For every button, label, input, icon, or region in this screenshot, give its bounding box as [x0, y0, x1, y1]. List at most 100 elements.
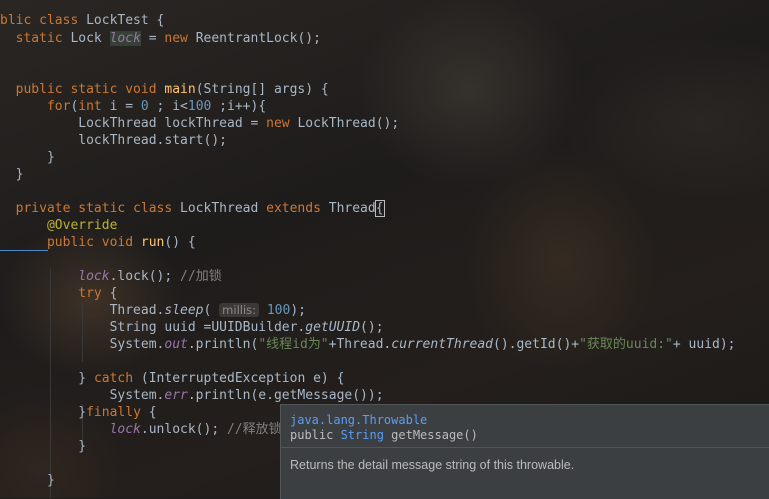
token: (); [360, 320, 384, 335]
token: ; i< [148, 99, 188, 114]
comment: //加锁 [180, 269, 222, 284]
code-line-9[interactable]: } [0, 149, 55, 166]
token: } [78, 439, 87, 454]
code-line-2[interactable]: static Lock lock = new ReentrantLock(); [0, 30, 321, 47]
code-line-8[interactable]: lockThread.start(); [0, 132, 227, 149]
token: 100 [187, 99, 212, 114]
token: } [15, 167, 24, 182]
code-line-16[interactable]: lock.lock(); //加锁 [0, 268, 222, 285]
token: Lock [70, 31, 110, 46]
token: finally [86, 405, 141, 420]
token: new [266, 116, 298, 131]
code-line-25[interactable]: lock.unlock(); //释放锁 [0, 421, 282, 438]
code-line-28[interactable]: } [0, 472, 55, 489]
token: Thread [328, 201, 376, 216]
code-line-10[interactable]: } [0, 166, 24, 183]
token: try [78, 286, 102, 301]
code-line-12[interactable]: private static class LockThread extends … [0, 200, 385, 217]
token: ;i++){ [211, 99, 267, 114]
token: .println(e.getMessage()); [187, 388, 384, 403]
token: { [101, 286, 118, 301]
code-line-26[interactable]: } [0, 438, 86, 455]
doc-signature-modifier: public [290, 428, 341, 442]
code-line-19[interactable]: String uuid =UUIDBuilder.getUUID(); [0, 319, 384, 336]
token: ReentrantLock [195, 31, 298, 46]
code-line-1[interactable]: blic class LockTest { [0, 12, 164, 29]
token: .lock(); [109, 269, 181, 284]
token: ().getId()+ [493, 337, 580, 352]
token: ); [290, 303, 306, 318]
token: (InterruptedException e) { [133, 371, 345, 386]
token: blic class [0, 13, 87, 28]
token-annotation: @Override [46, 218, 118, 233]
quick-documentation-popup[interactable]: java.lang.Throwable public String getMes… [280, 404, 769, 499]
code-line-6[interactable]: for(int i = 0 ; i<100 ;i++){ [0, 98, 266, 115]
token: LockThread lockThread = [78, 116, 267, 131]
code-line-20[interactable]: System.out.println("线程id为"+Thread.curren… [0, 336, 736, 353]
token: = [140, 31, 165, 46]
code-line-14[interactable]: public void run() { [0, 234, 196, 251]
token: main [164, 82, 196, 97]
token: .unlock(); [140, 422, 227, 437]
token: 100 [266, 303, 291, 318]
code-line-23[interactable]: System.err.println(e.getMessage()); [0, 387, 384, 404]
token: Thread. [109, 303, 165, 318]
token: for [46, 99, 71, 114]
token: } [78, 405, 87, 420]
brace-match: { [374, 200, 385, 217]
code-line-13[interactable]: @Override [0, 217, 117, 234]
token: .println( [187, 337, 259, 352]
token: err [164, 388, 188, 403]
doc-description: Returns the detail message string of thi… [290, 458, 575, 472]
token-field-lock: lock [109, 31, 141, 46]
token-string: "获取的uuid:" [579, 337, 673, 352]
token: LockThread [180, 201, 267, 216]
token-string: "线程id为" [258, 337, 329, 352]
token: i = [109, 99, 141, 114]
token: run [140, 235, 165, 250]
token: { [148, 13, 165, 28]
comment: //释放锁 [226, 422, 282, 437]
token: private static class [15, 201, 181, 216]
parameter-hint: millis: [219, 303, 260, 317]
token: } [78, 371, 94, 386]
token: ( [203, 303, 220, 318]
token: + uuid); [672, 337, 736, 352]
code-line-5[interactable]: public static void main(String[] args) { [0, 81, 329, 98]
token: +Thread. [328, 337, 392, 352]
doc-signature: public String getMessage() [290, 428, 478, 442]
doc-signature-type-link[interactable]: String [341, 428, 384, 442]
token: out [164, 337, 188, 352]
token: String uuid =UUIDBuilder. [109, 320, 306, 335]
code-line-24[interactable]: }finally { [0, 404, 157, 421]
token: public void [46, 235, 141, 250]
token: currentThread [391, 337, 493, 352]
token: extends [266, 201, 329, 216]
code-line-22[interactable]: } catch (InterruptedException e) { [0, 370, 344, 387]
token: () { [164, 235, 196, 250]
token: public static void [15, 82, 165, 97]
token: (); [297, 31, 321, 46]
token: (String[] args) { [195, 82, 329, 97]
code-line-17[interactable]: try { [0, 285, 117, 302]
token-field-lock: lock [78, 269, 110, 284]
token: { [140, 405, 157, 420]
token: System. [109, 388, 165, 403]
token: int [78, 99, 110, 114]
token: sleep [164, 303, 204, 318]
token: lockThread.start(); [78, 133, 227, 148]
token: new [164, 31, 196, 46]
token: 0 [140, 99, 149, 114]
code-line-18[interactable]: Thread.sleep( millis: 100); [0, 302, 306, 319]
code-line-7[interactable]: LockThread lockThread = new LockThread()… [0, 115, 399, 132]
doc-divider [281, 447, 769, 448]
token: LockTest [86, 13, 149, 28]
doc-package-link[interactable]: java.lang.Throwable [290, 413, 427, 427]
token: } [46, 150, 55, 165]
token: System. [109, 337, 165, 352]
token: } [46, 473, 55, 488]
doc-signature-method: getMessage() [383, 428, 478, 442]
token: LockThread(); [297, 116, 400, 131]
token-field-lock: lock [109, 422, 141, 437]
token: getUUID [305, 320, 361, 335]
